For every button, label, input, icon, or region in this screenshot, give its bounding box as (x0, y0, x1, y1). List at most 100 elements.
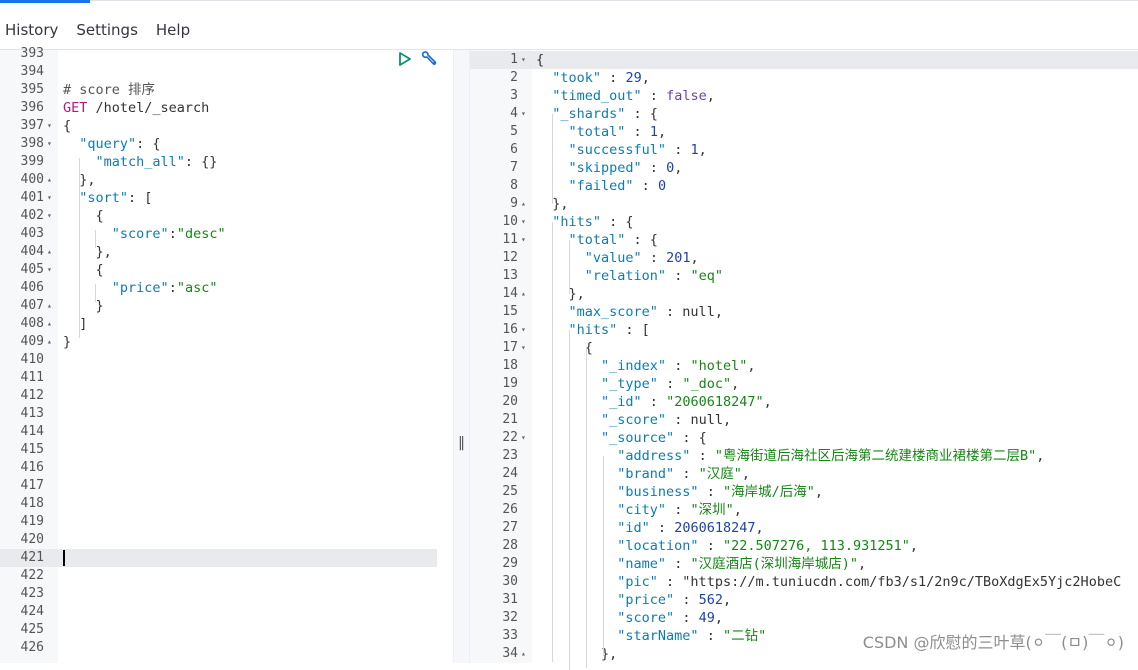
splitter-grip-icon[interactable]: ‖ (458, 435, 465, 451)
code-line: 1 ▾ { (470, 51, 1138, 69)
line-number: 15 (502, 304, 518, 319)
line-number: 7 (510, 160, 518, 175)
fold-arrow-icon[interactable]: ▾ (521, 51, 526, 69)
menu-history[interactable]: History (5, 21, 58, 39)
code-text: }, (536, 646, 618, 662)
line-number: 424 (20, 604, 44, 619)
unfold-arrow-icon[interactable]: ▴ (47, 171, 52, 189)
unfold-arrow-icon[interactable]: ▴ (47, 315, 52, 333)
code-line: 396 GET /hotel/_search (0, 99, 453, 117)
code-text: "starName" : "二钻" (617, 628, 767, 644)
line-number: 405 (20, 262, 44, 277)
code-text: ] (63, 316, 88, 332)
line-number: 9 (510, 196, 518, 211)
code-line: 23 "address" : "粤海街道后海社区后海第二统建楼商业裙楼第二层B"… (470, 447, 1138, 465)
indent-guide (552, 114, 553, 204)
code-text: }, (63, 244, 112, 260)
line-number: 416 (20, 460, 44, 475)
line-number: 408 (20, 316, 44, 331)
line-number: 4 (510, 106, 518, 121)
code-line: 10 ▾ "hits" : { (470, 213, 1138, 231)
line-number: 11 (502, 232, 518, 247)
fold-arrow-icon[interactable]: ▾ (521, 231, 526, 249)
code-text: "skipped" : 0, (568, 160, 683, 176)
code-text: "pic" : "https://m.tuniucdn.com/fb3/s1/2… (617, 574, 1122, 590)
unfold-arrow-icon[interactable]: ▴ (47, 243, 52, 261)
code-text: "_shards" : { (552, 106, 658, 122)
line-number: 34 (502, 646, 518, 661)
code-line: 399 "match_all": {} (0, 153, 453, 171)
unfold-arrow-icon[interactable]: ▴ (521, 645, 526, 663)
code-line: 422 (0, 567, 453, 585)
indent-guide (552, 222, 553, 662)
line-number: 22 (502, 430, 518, 445)
code-line: 4 ▾ "_shards" : { (470, 105, 1138, 123)
code-line: 421 (0, 549, 453, 567)
code-line: 20 "_id" : "2060618247", (470, 393, 1138, 411)
code-line: 31 "price" : 562, (470, 591, 1138, 609)
code-line: 7 "skipped" : 0, (470, 159, 1138, 177)
line-number: 417 (20, 478, 44, 493)
code-text: { (536, 52, 545, 68)
response-viewer[interactable]: 1 ▾{2 "took" : 29, 3 "timed_out" : false, 4… (470, 50, 1138, 670)
play-icon[interactable] (397, 50, 413, 68)
line-number: 407 (20, 298, 44, 313)
menu-help[interactable]: Help (156, 21, 190, 39)
code-text: "city" : "深圳", (617, 502, 742, 518)
fold-arrow-icon[interactable]: ▾ (521, 321, 526, 339)
code-line: 2 "took" : 29, (470, 69, 1138, 87)
top-menu-bar: History Settings Help (0, 0, 1138, 50)
line-number: 423 (20, 586, 44, 601)
fold-arrow-icon[interactable]: ▾ (47, 117, 52, 135)
code-line: 12 "value" : 201, (470, 249, 1138, 267)
unfold-arrow-icon[interactable]: ▴ (521, 285, 526, 303)
unfold-arrow-icon[interactable]: ▴ (47, 297, 52, 315)
code-line: 15 "max_score" : null, (470, 303, 1138, 321)
code-line: 420 (0, 531, 453, 549)
line-number: 394 (20, 64, 44, 79)
indent-guide (95, 230, 96, 248)
unfold-arrow-icon[interactable]: ▴ (47, 333, 52, 351)
code-text: "location" : "22.507276, 113.931251", (617, 538, 919, 554)
code-line: 413 (0, 405, 453, 423)
line-number: 425 (20, 622, 44, 637)
request-editor[interactable]: 393 394 395 # score 排序 396 GET /hotel/_search… (0, 46, 453, 663)
indent-guide (569, 240, 570, 294)
code-text: "_source" : { (601, 430, 707, 446)
fold-arrow-icon[interactable]: ▾ (47, 207, 52, 225)
line-number: 1 (510, 52, 518, 67)
code-line: 395 # score 排序 (0, 81, 453, 99)
code-text: "price" : 562, (617, 592, 732, 608)
code-text: "total" : 1, (568, 124, 667, 140)
fold-arrow-icon[interactable]: ▾ (521, 213, 526, 231)
line-number: 20 (502, 394, 518, 409)
code-text: "failed" : 0 (568, 178, 667, 194)
fold-arrow-icon[interactable]: ▾ (521, 105, 526, 123)
line-number: 426 (20, 640, 44, 655)
wrench-icon[interactable] (419, 50, 439, 68)
line-number: 27 (502, 520, 518, 535)
fold-arrow-icon[interactable]: ▾ (47, 261, 52, 279)
pane-splitter[interactable]: ‖ (453, 50, 470, 663)
code-text: "score":"desc" (111, 226, 226, 242)
indent-guide (79, 158, 80, 338)
fold-arrow-icon[interactable]: ▾ (521, 339, 526, 357)
indent-guide (95, 284, 96, 302)
unfold-arrow-icon[interactable]: ▴ (521, 195, 526, 213)
code-line: 3 "timed_out" : false, (470, 87, 1138, 105)
fold-arrow-icon[interactable]: ▾ (47, 189, 52, 207)
fold-arrow-icon[interactable]: ▾ (521, 429, 526, 447)
code-line: 393 (0, 45, 453, 63)
code-line: 414 (0, 423, 453, 441)
line-number: 421 (20, 550, 44, 565)
code-text: "relation" : "eq" (584, 268, 723, 284)
line-number: 29 (502, 556, 518, 571)
line-number: 2 (510, 70, 518, 85)
menu-settings[interactable]: Settings (76, 21, 138, 39)
line-number: 33 (502, 628, 518, 643)
line-number: 411 (20, 370, 44, 385)
line-number: 398 (20, 136, 44, 151)
code-line: 417 (0, 477, 453, 495)
code-line: 24 "brand" : "汉庭", (470, 465, 1138, 483)
fold-arrow-icon[interactable]: ▾ (47, 135, 52, 153)
